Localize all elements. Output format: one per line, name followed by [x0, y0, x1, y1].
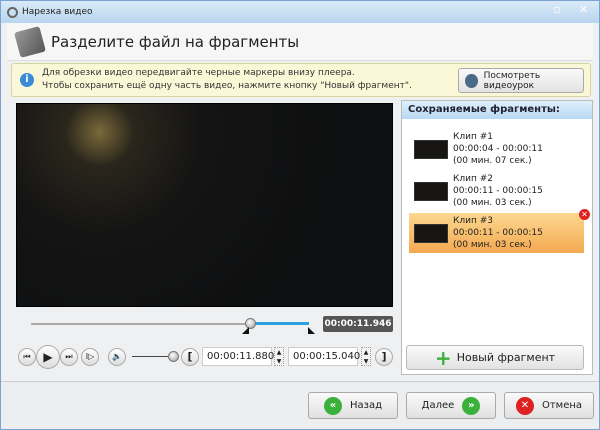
clip-thumbnail	[414, 139, 448, 159]
cancel-icon: ✕	[515, 396, 534, 415]
arrow-left-icon: «	[323, 396, 342, 415]
clip-name: Клип #2	[453, 174, 494, 184]
clip-range: 00:00:04 - 00:00:11	[453, 144, 543, 154]
current-time: 00:00:11.946	[323, 316, 393, 332]
set-start-button[interactable]: [	[181, 348, 199, 366]
info-line-2: Чтобы сохранить ещё одну часть видео, на…	[42, 81, 412, 91]
end-time-spinner[interactable]: ▲ ▼	[361, 347, 371, 366]
clip-duration: (00 мин. 03 сек.)	[453, 198, 532, 208]
webcam-icon	[465, 73, 478, 88]
clip-item[interactable]: Клип #1 00:00:04 - 00:00:11 (00 мин. 07 се…	[409, 129, 584, 169]
clip-item[interactable]: Клип #2 00:00:11 - 00:00:15 (00 мин. 03 се…	[409, 171, 584, 211]
clip-thumbnail	[414, 223, 448, 243]
video-preview[interactable]	[16, 103, 393, 307]
app-icon	[7, 6, 18, 18]
start-time-spinner[interactable]: ▲ ▼	[274, 347, 284, 366]
skip-back-button[interactable]: ⏮	[18, 348, 36, 366]
maximize-button[interactable]: ▫	[553, 3, 560, 16]
delete-clip-icon[interactable]: ✕	[579, 209, 590, 220]
selected-range	[251, 322, 309, 325]
watch-tutorial-label: Посмотреть видеоурок	[483, 70, 541, 91]
next-frame-button[interactable]: I▷	[81, 348, 99, 366]
cancel-button[interactable]: ✕ Отмена	[504, 392, 594, 419]
clip-item-selected[interactable]: Клип #3 00:00:11 - 00:00:15 (00 мин. 03 се…	[409, 209, 590, 253]
info-banner: i Для обрезки видео передвигайте черные …	[11, 63, 591, 97]
volume-icon[interactable]: 🔈	[108, 348, 126, 366]
window-title: Нарезка видео	[22, 7, 93, 17]
title-bar: Нарезка видео ▫ ✕	[1, 1, 599, 23]
watch-tutorial-button[interactable]: Посмотреть видеоурок	[458, 68, 584, 93]
play-button[interactable]: ▶	[36, 345, 60, 369]
info-line-1: Для обрезки видео передвигайте черные ма…	[42, 68, 355, 78]
cancel-label: Отмена	[541, 400, 583, 411]
volume-knob[interactable]	[168, 351, 179, 362]
clip-range: 00:00:11 - 00:00:15	[453, 228, 543, 238]
new-fragment-button[interactable]: + Новый фрагмент	[406, 345, 584, 370]
new-fragment-label: Новый фрагмент	[456, 351, 556, 364]
back-label: Назад	[349, 400, 382, 411]
clip-name: Клип #3	[453, 216, 494, 226]
film-scissors-icon	[14, 25, 46, 58]
plus-icon: +	[434, 345, 452, 370]
end-marker[interactable]	[308, 327, 315, 334]
fragments-panel: Сохраняемые фрагменты: Клип #1 00:00:04 -…	[401, 100, 593, 375]
page-title: Разделите файл на фрагменты	[51, 32, 300, 51]
start-time-field[interactable]: 00:00:11.880	[202, 347, 274, 366]
fragments-title: Сохраняемые фрагменты:	[402, 101, 592, 119]
close-button[interactable]: ✕	[579, 3, 588, 16]
next-button[interactable]: Далее »	[406, 392, 496, 419]
page-header: Разделите файл на фрагменты	[7, 23, 593, 61]
clip-duration: (00 мин. 07 сек.)	[453, 156, 532, 166]
arrow-right-icon: »	[462, 396, 481, 415]
clip-thumbnail	[414, 181, 448, 201]
clip-duration: (00 мин. 03 сек.)	[453, 240, 532, 250]
window: Нарезка видео ▫ ✕ Разделите файл на фраг…	[0, 0, 600, 430]
next-label: Далее	[421, 400, 455, 411]
set-end-button[interactable]: ]	[375, 348, 393, 366]
footer: « Назад Далее » ✕ Отмена	[1, 381, 599, 429]
clip-range: 00:00:11 - 00:00:15	[453, 186, 543, 196]
clip-name: Клип #1	[453, 132, 494, 142]
skip-forward-button[interactable]: ⏭	[60, 348, 78, 366]
back-button[interactable]: « Назад	[308, 392, 398, 419]
start-marker[interactable]	[242, 327, 249, 334]
info-icon: i	[20, 73, 34, 87]
end-time-field[interactable]: 00:00:15.040	[288, 347, 360, 366]
